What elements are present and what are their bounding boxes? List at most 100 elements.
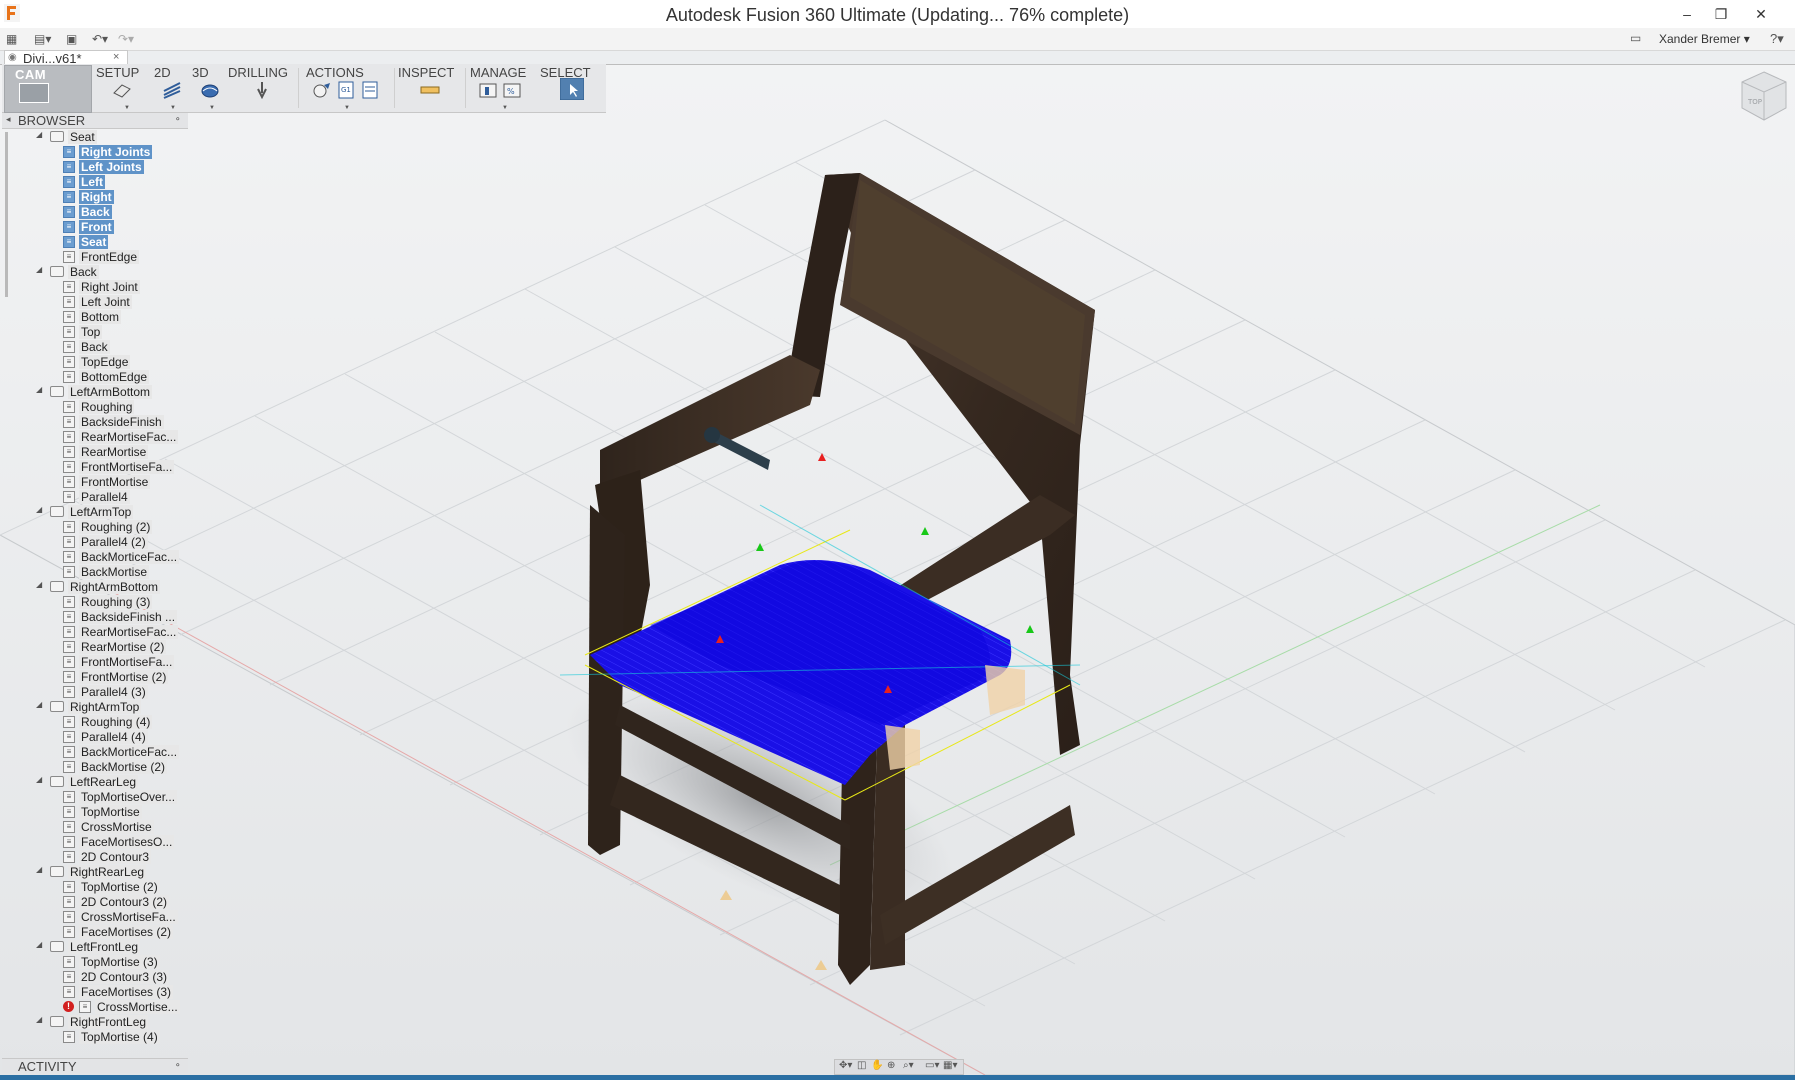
browser-operation-node[interactable]: ≡ Seat [0, 235, 195, 249]
move-icon[interactable]: ✥▾ [839, 1060, 852, 1071]
activity-pin-icon[interactable]: ⚬ [174, 1060, 182, 1071]
zoom-window-icon[interactable]: ⌕▾ [903, 1060, 914, 1071]
post-library-icon[interactable]: % [502, 81, 522, 99]
pan-icon[interactable]: ✋ [871, 1060, 883, 1071]
browser-setup-node[interactable]: ◢ LeftArmBottom [0, 385, 195, 399]
post-process-icon[interactable]: G1 [336, 81, 356, 99]
zoom-icon[interactable]: ⊕ [887, 1060, 895, 1071]
document-tab-close-button[interactable]: × [113, 51, 119, 63]
browser-operation-node[interactable]: ≡ TopEdge [0, 355, 195, 369]
browser-operation-node[interactable]: ≡ RearMortise (2) [0, 640, 195, 654]
browser-setup-node[interactable]: ◢ LeftFrontLeg [0, 940, 195, 954]
browser-operation-node[interactable]: ≡ Right [0, 190, 195, 204]
browser-operation-node[interactable]: ≡ Front [0, 220, 195, 234]
select-icon[interactable] [560, 78, 584, 100]
display-settings-icon[interactable]: ▭▾ [925, 1060, 939, 1071]
browser-operation-node[interactable]: ≡ 2D Contour3 (2) [0, 895, 195, 909]
ribbon-group-inspect[interactable]: INSPECT [398, 64, 462, 112]
browser-operation-node[interactable]: ≡ Left Joints [0, 160, 195, 174]
browser-setup-node[interactable]: ◢ RightArmBottom [0, 580, 195, 594]
browser-operation-node[interactable]: ≡ TopMortiseOver... [0, 790, 195, 804]
close-button[interactable]: ✕ [1741, 2, 1781, 26]
job-status-icon[interactable]: ▭ [1630, 31, 1641, 45]
ribbon-group-actions[interactable]: ACTIONS G1 ▼ [306, 64, 390, 112]
browser-operation-node[interactable]: ≡ RearMortiseFac... [0, 625, 195, 639]
browser-operation-node[interactable]: ≡ Top [0, 325, 195, 339]
ribbon-group-2d[interactable]: 2D ▼ [154, 64, 188, 112]
new-setup-icon[interactable] [112, 81, 132, 99]
browser-operation-node[interactable]: ≡ Roughing [0, 400, 195, 414]
browser-operation-node[interactable]: ≡ Right Joint [0, 280, 195, 294]
browser-operation-node[interactable]: ≡ Parallel4 (2) [0, 535, 195, 549]
browser-operation-node[interactable]: ≡ Parallel4 [0, 490, 195, 504]
expand-collapse-icon[interactable]: ◢ [36, 130, 42, 139]
browser-operation-node[interactable]: ≡ Back [0, 205, 195, 219]
activity-panel-header[interactable]: ACTIVITY ⚬ [2, 1058, 188, 1074]
drill-icon[interactable] [252, 81, 272, 99]
simulate-icon[interactable] [312, 81, 332, 99]
browser-operation-node[interactable]: ≡ Roughing (4) [0, 715, 195, 729]
viewcube-icon[interactable]: TOP [1740, 70, 1788, 122]
browser-operation-node[interactable]: ≡ Parallel4 (3) [0, 685, 195, 699]
browser-setup-node[interactable]: ◢ RightRearLeg [0, 865, 195, 879]
browser-panel-header[interactable]: ◂ BROWSER ⚬ [2, 113, 188, 129]
browser-operation-node[interactable]: ≡ BacksideFinish ... [0, 610, 195, 624]
browser-operation-node[interactable]: ≡ TopMortise (2) [0, 880, 195, 894]
setup-sheet-icon[interactable] [360, 81, 380, 99]
manage-dropdown-icon[interactable]: ▼ [502, 105, 508, 111]
browser-operation-node[interactable]: ≡ 2D Contour3 (3) [0, 970, 195, 984]
2d-dropdown-icon[interactable]: ▼ [170, 105, 176, 111]
browser-operation-node[interactable]: ≡ 2D Contour3 [0, 850, 195, 864]
expand-collapse-icon[interactable]: ◢ [36, 865, 42, 874]
browser-setup-node[interactable]: ◢ LeftArmTop [0, 505, 195, 519]
browser-operation-node[interactable]: ≡ FaceMortisesO... [0, 835, 195, 849]
help-menu[interactable]: ?▾ [1770, 31, 1784, 47]
user-account-menu[interactable]: Xander Bremer ▾ [1659, 32, 1750, 46]
browser-setup-node[interactable]: ◢ Back [0, 265, 195, 279]
expand-collapse-icon[interactable]: ◢ [36, 580, 42, 589]
file-menu-icon[interactable]: ▤▾ [34, 32, 51, 46]
ribbon-group-setup[interactable]: SETUP ▼ [96, 64, 148, 112]
browser-operation-node[interactable]: ≡ Left Joint [0, 295, 195, 309]
3d-viewport[interactable] [0, 65, 1795, 1075]
look-at-icon[interactable]: ◫ [857, 1060, 866, 1071]
3d-dropdown-icon[interactable]: ▼ [209, 105, 215, 111]
save-icon[interactable]: ▣ [66, 32, 77, 46]
browser-operation-node[interactable]: ≡ FrontMortise (2) [0, 670, 195, 684]
browser-collapse-icon[interactable]: ◂ [6, 114, 11, 125]
browser-operation-node[interactable]: ≡ CrossMortiseFa... [0, 910, 195, 924]
data-panel-grid-icon[interactable]: ▦ [6, 32, 17, 46]
browser-operation-node[interactable]: ≡ RearMortiseFac... [0, 430, 195, 444]
ribbon-group-drilling[interactable]: DRILLING [228, 64, 298, 112]
browser-operation-node[interactable]: ≡ RearMortise [0, 445, 195, 459]
browser-operation-node[interactable]: ≡ Back [0, 340, 195, 354]
measure-icon[interactable] [420, 81, 440, 99]
browser-operation-node[interactable]: ≡ FaceMortises (3) [0, 985, 195, 999]
3d-toolpath-icon[interactable] [200, 81, 220, 99]
actions-dropdown-icon[interactable]: ▼ [344, 105, 350, 111]
2d-toolpath-icon[interactable] [162, 81, 182, 99]
browser-operation-node[interactable]: ≡ Roughing (3) [0, 595, 195, 609]
browser-operation-node[interactable]: ≡ FrontMortise [0, 475, 195, 489]
browser-operation-node[interactable]: ≡ Bottom [0, 310, 195, 324]
browser-pin-icon[interactable]: ⚬ [174, 114, 182, 125]
browser-operation-node[interactable]: ≡ Roughing (2) [0, 520, 195, 534]
browser-operation-node[interactable]: ≡ BottomEdge [0, 370, 195, 384]
tool-library-icon[interactable] [478, 81, 498, 99]
browser-operation-node[interactable]: ≡ FrontMortiseFa... [0, 460, 195, 474]
browser-operation-node[interactable]: ≡ Parallel4 (4) [0, 730, 195, 744]
ribbon-group-manage[interactable]: MANAGE % ▼ [470, 64, 534, 112]
expand-collapse-icon[interactable]: ◢ [36, 1015, 42, 1024]
browser-operation-node[interactable]: ≡ BackMortise [0, 565, 195, 579]
browser-operation-node[interactable]: ≡ BackMortise (2) [0, 760, 195, 774]
expand-collapse-icon[interactable]: ◢ [36, 775, 42, 784]
browser-setup-node[interactable]: ◢ RightArmTop [0, 700, 195, 714]
browser-operation-node[interactable]: ≡ TopMortise (3) [0, 955, 195, 969]
browser-setup-node[interactable]: ◢ RightFrontLeg [0, 1015, 195, 1029]
browser-setup-node[interactable]: ◢ Seat [0, 130, 195, 144]
browser-operation-node[interactable]: ≡ FaceMortises (2) [0, 925, 195, 939]
ribbon-group-3d[interactable]: 3D ▼ [192, 64, 228, 112]
maximize-button[interactable]: ❐ [1701, 2, 1741, 26]
expand-collapse-icon[interactable]: ◢ [36, 265, 42, 274]
browser-operation-node[interactable]: ≡ TopMortise (4) [0, 1030, 195, 1044]
